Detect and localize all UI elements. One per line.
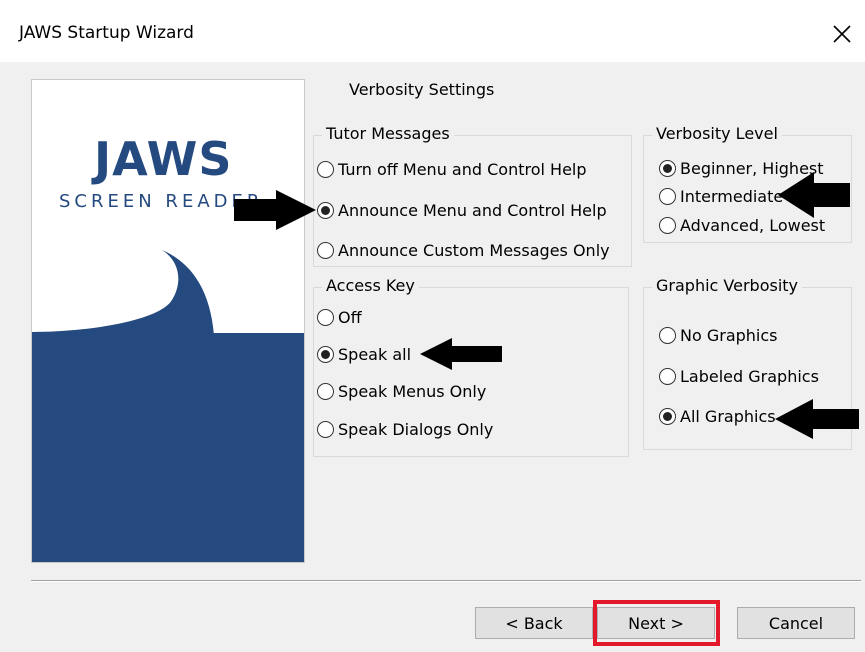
radio-indicator xyxy=(317,242,334,259)
radio-indicator xyxy=(317,309,334,326)
cancel-button[interactable]: Cancel xyxy=(737,607,855,639)
section-title: Verbosity Settings xyxy=(349,80,495,99)
tutor-messages-legend: Tutor Messages xyxy=(322,124,454,143)
radio-label: Speak Dialogs Only xyxy=(338,420,494,439)
radio-label: All Graphics xyxy=(680,407,776,426)
radio-speak-menus-only[interactable]: Speak Menus Only xyxy=(317,382,486,401)
radio-turn-off-menu-help[interactable]: Turn off Menu and Control Help xyxy=(317,160,587,179)
radio-label: Labeled Graphics xyxy=(680,367,819,386)
window-title: JAWS Startup Wizard xyxy=(19,23,194,43)
next-button-highlight xyxy=(593,600,720,646)
radio-indicator xyxy=(659,327,676,344)
radio-labeled-graphics[interactable]: Labeled Graphics xyxy=(659,367,819,386)
tutor-messages-group: Tutor Messages Turn off Menu and Control… xyxy=(313,124,632,267)
radio-speak-dialogs-only[interactable]: Speak Dialogs Only xyxy=(317,420,493,439)
radio-no-graphics[interactable]: No Graphics xyxy=(659,326,778,345)
radio-label: Announce Custom Messages Only xyxy=(338,241,610,260)
radio-indicator xyxy=(659,368,676,385)
radio-label: Off xyxy=(338,308,362,327)
radio-indicator xyxy=(317,202,334,219)
radio-all-graphics[interactable]: All Graphics xyxy=(659,407,776,426)
radio-label: Intermediate xyxy=(680,187,784,206)
radio-access-key-off[interactable]: Off xyxy=(317,308,362,327)
radio-speak-all[interactable]: Speak all xyxy=(317,345,411,364)
radio-indicator xyxy=(317,383,334,400)
radio-indicator xyxy=(317,161,334,178)
jaws-logo-text: JAWS xyxy=(94,132,233,186)
radio-indicator xyxy=(317,346,334,363)
close-icon xyxy=(833,25,851,43)
jaws-banner-image: JAWS SCREEN READER xyxy=(31,79,305,563)
close-button[interactable] xyxy=(822,12,862,54)
radio-label: Speak all xyxy=(338,345,412,364)
radio-indicator xyxy=(659,217,676,234)
footer-separator xyxy=(31,580,861,582)
radio-indicator xyxy=(659,188,676,205)
access-key-legend: Access Key xyxy=(322,276,419,295)
radio-indicator xyxy=(317,421,334,438)
radio-label: No Graphics xyxy=(680,326,778,345)
annotation-arrow-all-graphics-icon xyxy=(775,399,859,439)
annotation-arrow-intermediate-icon xyxy=(778,172,850,218)
access-key-group: Access Key Off Speak all Speak Menus Onl… xyxy=(313,276,629,457)
radio-indicator xyxy=(659,160,676,177)
back-button[interactable]: < Back xyxy=(475,607,593,639)
graphic-verbosity-legend: Graphic Verbosity xyxy=(652,276,802,295)
annotation-arrow-announce-help-icon xyxy=(234,190,316,230)
radio-announce-custom-messages[interactable]: Announce Custom Messages Only xyxy=(317,241,610,260)
radio-label: Turn off Menu and Control Help xyxy=(338,160,587,179)
radio-indicator xyxy=(659,408,676,425)
verbosity-level-legend: Verbosity Level xyxy=(652,124,782,143)
jaws-startup-wizard-dialog: JAWS Startup Wizard JAWS SCREEN READER V… xyxy=(0,0,865,652)
radio-intermediate[interactable]: Intermediate xyxy=(659,187,783,206)
radio-label: Announce Menu and Control Help xyxy=(338,201,607,220)
title-bar: JAWS Startup Wizard xyxy=(0,0,865,62)
radio-label: Speak Menus Only xyxy=(338,382,487,401)
annotation-arrow-speak-all-icon xyxy=(420,338,502,370)
radio-announce-menu-help[interactable]: Announce Menu and Control Help xyxy=(317,201,607,220)
